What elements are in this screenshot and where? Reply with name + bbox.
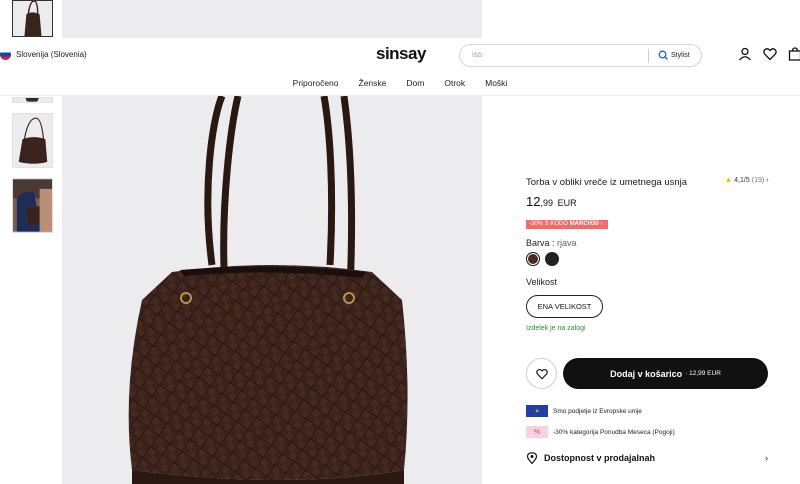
color-value: rjava — [557, 238, 577, 248]
feature-eu: ✶ Smo podjetje iz Evropske unije — [526, 405, 642, 417]
color-swatch-brown[interactable] — [526, 252, 540, 266]
site-logo[interactable]: sinsay — [376, 44, 426, 64]
main-nav: Priporočeno Ženske Dom Otrok Moški — [0, 78, 800, 88]
eu-flag-icon: ✶ — [526, 405, 548, 417]
promo-code: MARCH30 — [569, 221, 599, 227]
promo-code-badge[interactable]: -30% S KODO MARCH30 › — [526, 220, 609, 229]
product-price: 12,99 EUR — [526, 194, 577, 209]
discount-tag-icon: % — [526, 426, 548, 438]
nav-item-men[interactable]: Moški — [485, 78, 507, 88]
add-to-cart-button[interactable]: Dodaj v košarico · 12,99 EUR — [563, 358, 768, 389]
chevron-right-icon: › — [766, 177, 769, 184]
color-label-text: Barva : — [526, 238, 555, 248]
add-to-wishlist-button[interactable] — [526, 358, 557, 389]
nav-item-home[interactable]: Dom — [406, 78, 424, 88]
stylist-button[interactable]: Stylist — [658, 50, 690, 60]
site-header: Slovenija (Slovenia) sinsay Stylist Prip… — [0, 38, 800, 96]
search-bar: Stylist — [459, 44, 702, 67]
stock-status: Izdelek je na zalogi — [526, 325, 586, 332]
chevron-right-icon: › — [765, 453, 768, 463]
promo-prefix: -30% S KODO — [529, 221, 569, 227]
country-selector[interactable]: Slovenija (Slovenia) — [0, 49, 87, 60]
star-icon: ★ — [725, 176, 733, 185]
color-swatch-black[interactable] — [545, 252, 559, 266]
add-to-cart-price: · 12,99 EUR — [685, 370, 721, 377]
heart-icon[interactable] — [763, 47, 777, 61]
stylist-label: Stylist — [671, 51, 690, 59]
feature-discount-text: -30% kategorija Ponudba Meseca (Pogoji) — [553, 428, 675, 436]
search-input[interactable] — [472, 52, 652, 59]
add-to-cart-label: Dodaj v košarico — [610, 368, 683, 379]
price-integer: 12 — [526, 194, 541, 209]
thumbnail-2[interactable] — [12, 97, 53, 103]
review-count: (19) — [751, 177, 765, 184]
availability-label: Dostopnost v prodajalnah — [544, 453, 656, 463]
bag-icon[interactable] — [788, 47, 800, 61]
thumbnail-3[interactable] — [12, 113, 53, 168]
location-pin-icon — [526, 452, 538, 464]
search-divider — [648, 49, 649, 63]
user-icon[interactable] — [738, 47, 752, 61]
color-swatch-brown-fill — [528, 254, 538, 264]
rating-value: 4,1/5 — [734, 177, 750, 184]
price-currency: EUR — [557, 198, 577, 208]
store-availability-link[interactable]: Dostopnost v prodajalnah › — [526, 452, 768, 464]
country-label: Slovenija (Slovenia) — [16, 50, 87, 59]
stylist-search-icon — [658, 50, 668, 60]
thumbnail-1[interactable] — [12, 0, 53, 37]
product-rating[interactable]: ★ 4,1/5 (19) › — [725, 176, 769, 185]
color-label: Barva : rjava — [526, 238, 577, 248]
size-label: Velikost — [526, 277, 558, 287]
nav-item-kids[interactable]: Otrok — [444, 78, 465, 88]
slovenia-flag-icon — [0, 49, 11, 60]
product-title: Torba v obliki vreče iz umetnega usnja — [526, 177, 688, 188]
heart-icon — [535, 368, 548, 380]
feature-eu-text: Smo podjetje iz Evropske unije — [553, 407, 642, 415]
nav-item-women[interactable]: Ženske — [359, 78, 387, 88]
thumbnail-4[interactable] — [12, 178, 53, 233]
nav-item-recommended[interactable]: Priporočeno — [293, 78, 339, 88]
promo-chevron-icon: › — [600, 221, 603, 227]
price-decimal: ,99 — [540, 198, 553, 208]
feature-discount[interactable]: % -30% kategorija Ponudba Meseca (Pogoji… — [526, 426, 675, 438]
size-option-button[interactable]: ENA VELIKOST — [526, 295, 603, 318]
